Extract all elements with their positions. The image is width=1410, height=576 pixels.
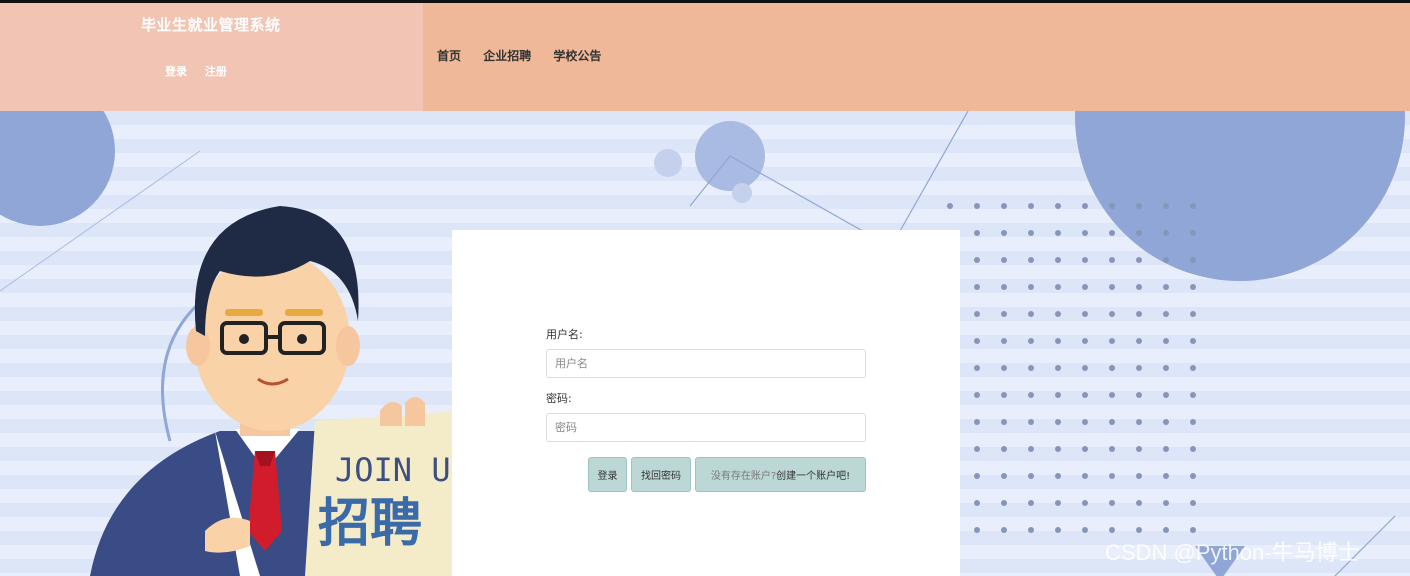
create-account-button[interactable]: 没有存在账户? 创建一个账户吧! [695,457,866,492]
register-link[interactable]: 注册 [205,65,227,78]
main-nav: 首页 企业招聘 学校公告 [437,47,619,64]
recover-password-button[interactable]: 找回密码 [631,457,691,492]
login-card [452,230,960,576]
banner-text: JOIN US [335,451,470,489]
password-label: 密码: [546,392,572,405]
banner-text-cn: 招聘 [318,494,422,554]
username-label: 用户名: [546,328,583,341]
login-link[interactable]: 登录 [165,65,187,78]
circle-shape-tiny [732,183,752,203]
nav-item-home[interactable]: 首页 [437,49,461,63]
site-title: 毕业生就业管理系统 [141,16,281,34]
nav-item-notices[interactable]: 学校公告 [553,49,601,63]
username-input[interactable] [546,349,866,378]
circle-shape-left [0,111,115,226]
password-input[interactable] [546,413,866,442]
circle-shape-small [654,149,682,177]
login-button[interactable]: 登录 [588,457,627,492]
circle-shape-right [1075,111,1405,281]
create-account-text: 创建一个账户吧! [776,471,851,482]
nav-item-jobs[interactable]: 企业招聘 [483,49,531,63]
watermark: CSDN @Python-牛马博士 [1105,540,1360,565]
no-account-text: 没有存在账户? [710,471,777,482]
auth-links: 登录 注册 [165,63,241,79]
